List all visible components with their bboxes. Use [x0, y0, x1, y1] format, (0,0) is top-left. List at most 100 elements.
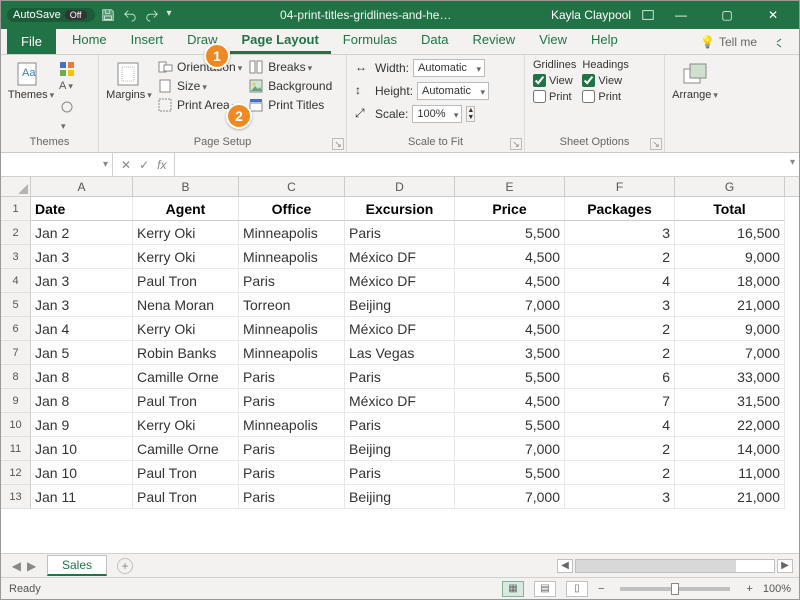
headings-print-check[interactable]: Print [582, 90, 628, 103]
minimize-button[interactable]: — [661, 1, 701, 29]
scale-combo[interactable]: 100% [412, 105, 462, 123]
formula-input[interactable]: ▾ [175, 153, 799, 176]
data-cell[interactable]: Kerry Oki [133, 413, 239, 437]
data-cell[interactable]: Paris [239, 269, 345, 293]
page-setup-launcher[interactable]: ↘ [332, 138, 344, 150]
data-cell[interactable]: 7,000 [455, 293, 565, 317]
save-icon[interactable] [101, 8, 115, 22]
data-cell[interactable]: 5,500 [455, 365, 565, 389]
data-cell[interactable]: 22,000 [675, 413, 785, 437]
size-button[interactable]: Size [157, 78, 242, 94]
tab-help[interactable]: Help [579, 27, 630, 54]
data-cell[interactable]: 4 [565, 269, 675, 293]
data-cell[interactable]: Jan 8 [31, 389, 133, 413]
sheet-options-launcher[interactable]: ↘ [650, 138, 662, 150]
row-header[interactable]: 2 [1, 221, 31, 245]
data-cell[interactable]: 33,000 [675, 365, 785, 389]
data-cell[interactable]: Jan 5 [31, 341, 133, 365]
data-cell[interactable]: Paul Tron [133, 269, 239, 293]
hscroll-right[interactable]: ▶ [777, 559, 793, 573]
data-cell[interactable]: 14,000 [675, 437, 785, 461]
hscroll-track[interactable] [575, 559, 775, 573]
data-cell[interactable]: 5,500 [455, 461, 565, 485]
data-cell[interactable]: 16,500 [675, 221, 785, 245]
enter-icon[interactable]: ✓ [139, 158, 149, 172]
share-button[interactable] [765, 35, 793, 54]
data-cell[interactable]: 4,500 [455, 245, 565, 269]
background-button[interactable]: Background [248, 78, 332, 94]
data-cell[interactable]: Jan 8 [31, 365, 133, 389]
data-cell[interactable]: 6 [565, 365, 675, 389]
col-header-G[interactable]: G [675, 177, 785, 196]
data-cell[interactable]: 4,500 [455, 269, 565, 293]
undo-icon[interactable] [123, 8, 137, 22]
zoom-level[interactable]: 100% [763, 583, 791, 595]
row-header[interactable]: 6 [1, 317, 31, 341]
header-cell[interactable]: Date [31, 197, 133, 221]
breaks-button[interactable]: Breaks [248, 59, 332, 75]
gridlines-view-check[interactable]: View [533, 74, 576, 87]
data-cell[interactable]: Jan 10 [31, 461, 133, 485]
data-cell[interactable]: Jan 10 [31, 437, 133, 461]
header-cell[interactable]: Excursion [345, 197, 455, 221]
data-cell[interactable]: 3 [565, 221, 675, 245]
data-cell[interactable]: 4,500 [455, 317, 565, 341]
data-cell[interactable]: México DF [345, 389, 455, 413]
data-cell[interactable]: Jan 11 [31, 485, 133, 509]
user-name[interactable]: Kayla Claypool [551, 8, 631, 22]
data-cell[interactable]: Paris [239, 365, 345, 389]
zoom-out[interactable]: − [598, 583, 604, 595]
select-all[interactable] [1, 177, 31, 196]
data-cell[interactable]: 3 [565, 485, 675, 509]
data-cell[interactable]: 7,000 [675, 341, 785, 365]
headings-view-check[interactable]: View [582, 74, 628, 87]
tab-insert[interactable]: Insert [119, 27, 176, 54]
data-cell[interactable]: Paris [345, 413, 455, 437]
data-cell[interactable]: Beijing [345, 293, 455, 317]
data-cell[interactable]: Kerry Oki [133, 317, 239, 341]
row-header[interactable]: 9 [1, 389, 31, 413]
data-cell[interactable]: Paris [239, 389, 345, 413]
data-cell[interactable]: Kerry Oki [133, 245, 239, 269]
data-cell[interactable]: México DF [345, 269, 455, 293]
scale-up[interactable]: ▲ [467, 107, 474, 114]
row-header[interactable]: 3 [1, 245, 31, 269]
data-cell[interactable]: 2 [565, 437, 675, 461]
qat-more-icon[interactable]: ▾ [167, 8, 181, 22]
tab-view[interactable]: View [527, 27, 579, 54]
data-cell[interactable]: Jan 9 [31, 413, 133, 437]
header-cell[interactable]: Total [675, 197, 785, 221]
data-cell[interactable]: Jan 3 [31, 245, 133, 269]
col-header-A[interactable]: A [31, 177, 133, 196]
row-header[interactable]: 4 [1, 269, 31, 293]
data-cell[interactable]: 9,000 [675, 317, 785, 341]
data-cell[interactable]: Minneapolis [239, 245, 345, 269]
data-cell[interactable]: 7 [565, 389, 675, 413]
data-cell[interactable]: 9,000 [675, 245, 785, 269]
data-cell[interactable]: Paris [239, 485, 345, 509]
data-cell[interactable]: Minneapolis [239, 221, 345, 245]
height-combo[interactable]: Automatic [417, 82, 489, 100]
data-cell[interactable]: Paris [239, 461, 345, 485]
header-cell[interactable]: Office [239, 197, 345, 221]
data-cell[interactable]: Paul Tron [133, 461, 239, 485]
cancel-icon[interactable]: ✕ [121, 158, 131, 172]
data-cell[interactable]: Robin Banks [133, 341, 239, 365]
themes-button[interactable]: Aa Themes [9, 59, 53, 101]
data-cell[interactable]: 18,000 [675, 269, 785, 293]
close-button[interactable]: ✕ [753, 1, 793, 29]
scale-launcher[interactable]: ↘ [510, 138, 522, 150]
data-cell[interactable]: Jan 4 [31, 317, 133, 341]
header-cell[interactable]: Packages [565, 197, 675, 221]
data-cell[interactable]: 2 [565, 317, 675, 341]
data-cell[interactable]: Minneapolis [239, 413, 345, 437]
row-header[interactable]: 7 [1, 341, 31, 365]
sheet-prev[interactable]: ◀ [12, 559, 21, 573]
gridlines-print-check[interactable]: Print [533, 90, 576, 103]
data-cell[interactable]: México DF [345, 245, 455, 269]
data-cell[interactable]: Kerry Oki [133, 221, 239, 245]
row-header[interactable]: 1 [1, 197, 31, 221]
data-cell[interactable]: Paul Tron [133, 389, 239, 413]
normal-view-button[interactable]: ▦ [502, 581, 524, 597]
worksheet-grid[interactable]: 1DateAgentOfficeExcursionPricePackagesTo… [1, 197, 799, 509]
